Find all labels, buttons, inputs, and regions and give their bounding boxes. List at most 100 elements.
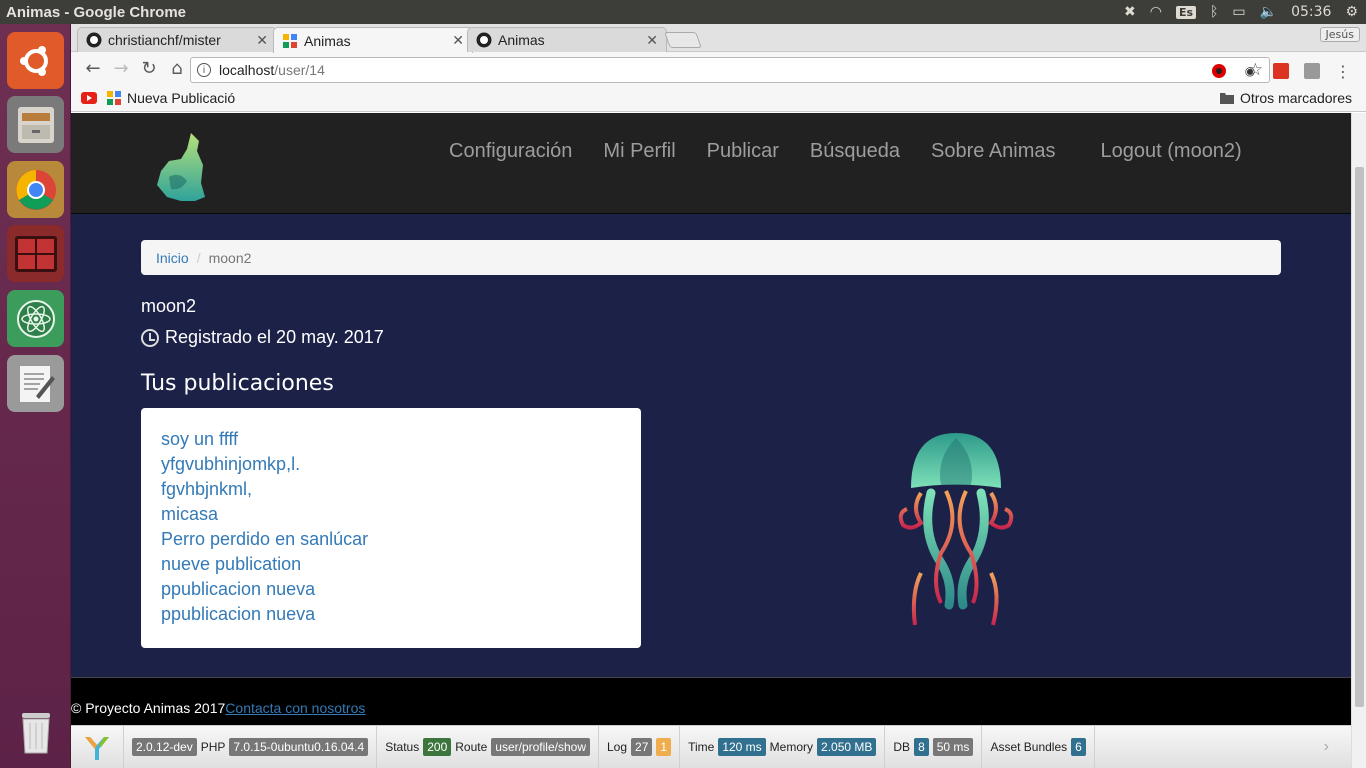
window-title: Animas - Google Chrome <box>6 3 187 21</box>
yii-request-block[interactable]: Status 200 Route user/profile/show <box>377 725 599 768</box>
breadcrumb-current: moon2 <box>208 249 252 266</box>
terminal-icon[interactable] <box>7 225 64 282</box>
clock[interactable]: 05:36 <box>1291 4 1331 20</box>
reload-icon[interactable]: ↻ <box>135 54 163 82</box>
contact-link[interactable]: Contacta con nosotros <box>225 700 365 716</box>
text-editor-icon[interactable] <box>7 355 64 412</box>
site-navbar: Configuración Mi Perfil Publicar Búsqued… <box>71 113 1351 214</box>
scrollbar-thumb[interactable] <box>1355 167 1364 707</box>
publication-link[interactable]: soy un ffff <box>161 427 621 452</box>
publication-link[interactable]: micasa <box>161 502 621 527</box>
youtube-bookmark[interactable] <box>81 91 97 104</box>
trash-icon[interactable] <box>7 703 64 760</box>
publications-heading: Tus publicaciones <box>141 371 334 396</box>
bookmarks-bar: Nueva Publicació Otros marcadores <box>71 84 1366 112</box>
page-viewport: Configuración Mi Perfil Publicar Búsqued… <box>71 113 1351 768</box>
yii-profiling-block[interactable]: Time 120 ms Memory 2.050 MB <box>680 725 886 768</box>
log-count-badge: 27 <box>631 738 653 756</box>
publication-link[interactable]: yfgvubhinjomkp,l. <box>161 452 621 477</box>
browser-window: christianchf/mister ✕ Animas ✕ Animas ✕ … <box>71 24 1366 768</box>
chevron-right-icon[interactable]: › <box>1324 738 1329 756</box>
nav-mi-perfil[interactable]: Mi Perfil <box>603 140 675 163</box>
settings-gear-icon[interactable]: ⚙ <box>1345 4 1358 20</box>
bluetooth-icon[interactable]: ᛒ <box>1210 4 1218 20</box>
db-time-badge: 50 ms <box>932 738 974 756</box>
os-top-panel: Animas - Google Chrome ✖ ◠ Es ᛒ ▭ 🔈 05:3… <box>0 0 1366 24</box>
yii-assets-block[interactable]: Asset Bundles 6 <box>982 725 1095 768</box>
animas-logo[interactable] <box>151 131 211 205</box>
address-bar[interactable]: i localhost/user/14 ☆ <box>190 57 1270 83</box>
publications-list: soy un ffff yfgvubhinjomkp,l. fgvhbjnkml… <box>141 408 641 648</box>
wifi-icon[interactable]: ◠ <box>1150 4 1162 20</box>
yii-version-badge: 2.0.12-dev <box>132 738 197 756</box>
files-icon[interactable] <box>7 96 64 153</box>
volume-icon[interactable]: 🔈 <box>1260 4 1277 20</box>
nav-sobre-animas[interactable]: Sobre Animas <box>931 140 1056 163</box>
yii-db-block[interactable]: DB 8 50 ms <box>885 725 983 768</box>
extension-gray-icon[interactable] <box>1303 62 1321 80</box>
profile-button[interactable]: Jesús <box>1319 27 1360 42</box>
yii-config-block[interactable]: 2.0.12-dev PHP 7.0.15-0ubuntu0.16.04.4 <box>124 725 378 768</box>
tab-github-animas[interactable]: Animas ✕ <box>467 27 667 52</box>
nav-configuracion[interactable]: Configuración <box>449 140 572 163</box>
profile-registered: Registrado el 20 may. 2017 <box>141 327 384 348</box>
registered-date: Registrado el 20 may. 2017 <box>165 327 384 347</box>
github-icon <box>476 32 492 48</box>
extension-red-icon[interactable] <box>1210 62 1228 80</box>
status-badge: 200 <box>423 738 452 756</box>
time-badge: 120 ms <box>718 738 766 756</box>
php-version-badge: 7.0.15-0ubuntu0.16.04.4 <box>229 738 369 756</box>
log-warning-badge: 1 <box>656 738 672 756</box>
jellyfish-illustration <box>898 433 1014 626</box>
yii-log-block[interactable]: Log 27 1 <box>599 725 681 768</box>
keyboard-layout-indicator[interactable]: Es <box>1175 5 1196 19</box>
close-tab-icon[interactable]: ✕ <box>256 32 268 49</box>
memory-badge: 2.050 MB <box>817 738 877 756</box>
route-badge: user/profile/show <box>491 738 590 756</box>
publication-link[interactable]: Perro perdido en sanlúcar <box>161 527 621 552</box>
page-scrollbar[interactable] <box>1351 113 1366 768</box>
breadcrumb-separator: / <box>196 249 201 266</box>
site-footer: © Proyecto Animas 2017Contacta con nosot… <box>71 677 1351 725</box>
clock-icon <box>141 328 159 347</box>
close-tab-icon[interactable]: ✕ <box>646 32 658 49</box>
animas-favicon-icon <box>107 90 121 105</box>
nav-logout[interactable]: Logout (moon2) <box>1101 140 1242 163</box>
publication-link[interactable]: ppublicacion nueva <box>161 602 621 627</box>
chrome-icon[interactable] <box>7 161 64 218</box>
indicator-area: ✖ ◠ Es ᛒ ▭ 🔈 05:36 ⚙ <box>1124 4 1366 20</box>
back-arrow-icon[interactable]: ← <box>79 54 107 82</box>
breadcrumb-home-link[interactable]: Inicio <box>156 250 189 266</box>
ubuntu-dash-icon[interactable] <box>7 32 64 89</box>
publication-link[interactable]: ppublicacion nueva <box>161 577 621 602</box>
publication-link[interactable]: nueve publication <box>161 552 621 577</box>
ubuntu-launcher <box>0 24 71 768</box>
home-icon[interactable]: ⌂ <box>163 54 191 82</box>
chrome-menu-icon[interactable]: ⋮ <box>1334 62 1352 81</box>
url-path: /user/14 <box>274 62 325 78</box>
yii-logo-icon <box>85 737 109 760</box>
tab-animas[interactable]: Animas ✕ <box>273 27 473 53</box>
battery-icon[interactable]: ▭ <box>1232 4 1245 20</box>
publication-link[interactable]: fgvhbjnkml, <box>161 477 621 502</box>
youtube-icon <box>81 91 97 104</box>
nav-busqueda[interactable]: Búsqueda <box>810 140 900 163</box>
dropbox-icon[interactable]: ✖ <box>1124 4 1136 20</box>
tab-github-mister[interactable]: christianchf/mister ✕ <box>77 27 277 52</box>
extension-cast-icon[interactable]: ◉ <box>1241 62 1259 80</box>
breadcrumb: Inicio / moon2 <box>141 240 1281 275</box>
url-host: localhost <box>219 62 275 78</box>
site-nav-menu: Configuración Mi Perfil Publicar Búsqued… <box>449 140 1273 163</box>
info-icon[interactable]: i <box>197 63 211 77</box>
nav-publicar[interactable]: Publicar <box>707 140 779 163</box>
bookmark-nueva-publicacion[interactable]: Nueva Publicació <box>107 90 235 106</box>
forward-arrow-icon[interactable]: → <box>107 54 135 82</box>
folder-icon <box>1219 92 1234 104</box>
extension-pdf-icon[interactable] <box>1272 62 1290 80</box>
other-bookmarks[interactable]: Otros marcadores <box>1219 90 1352 106</box>
close-tab-icon[interactable]: ✕ <box>452 32 464 49</box>
yii-logo-block[interactable] <box>71 725 124 768</box>
profile-username: moon2 <box>141 296 197 316</box>
new-tab-button[interactable] <box>664 32 702 48</box>
atom-editor-icon[interactable] <box>7 290 64 347</box>
